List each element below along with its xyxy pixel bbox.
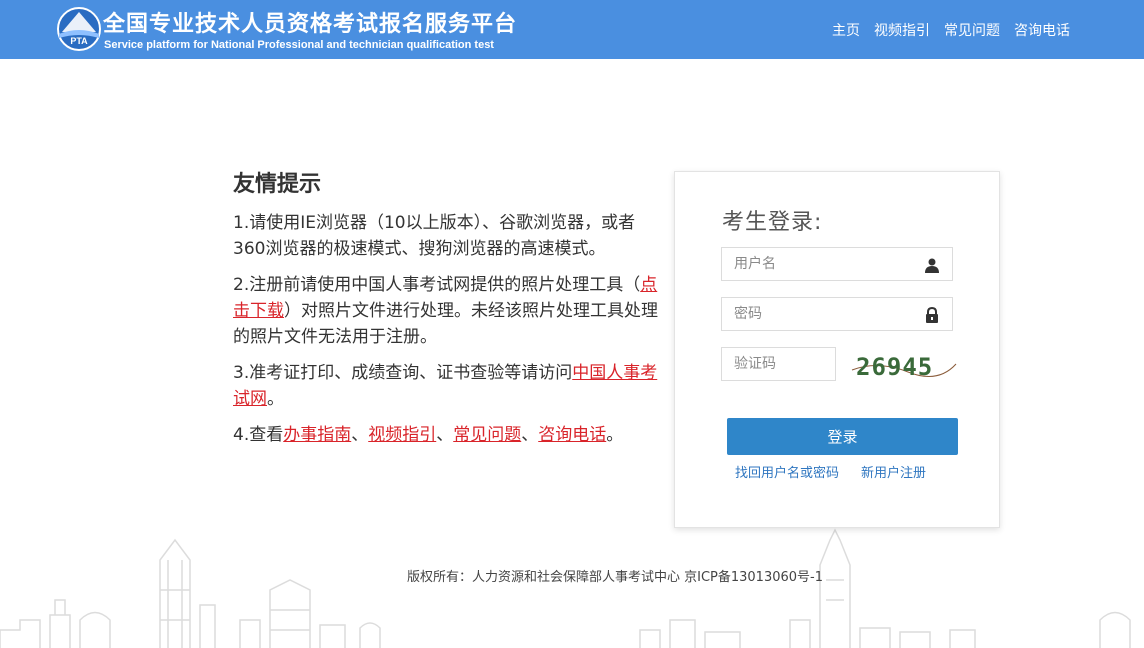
tip4-sep: 、 [436, 425, 454, 445]
tips-title: 友情提示 [233, 172, 322, 197]
site-title: 全国专业技术人员资格考试报名服务平台 [103, 12, 518, 37]
tip4-end: 。 [606, 425, 624, 445]
forgot-credentials-link[interactable]: 找回用户名或密码 [735, 462, 839, 481]
tip2-text-b: ）对照片文件进行处理。未经该照片处理工具处理的照片文件无法用于注册。 [233, 301, 658, 347]
login-panel: 考生登录: 26945 登录 找回用户名或密码 新用户注册 [674, 171, 1000, 528]
svg-text:PTA: PTA [70, 36, 88, 46]
nav-hotline[interactable]: 咨询电话 [1014, 20, 1070, 40]
pta-logo-icon[interactable]: PTA [56, 6, 102, 52]
login-title: 考生登录: [722, 210, 823, 235]
tip-browser: 1.请使用IE浏览器（10以上版本）、谷歌浏览器，或者360浏览器的极速模式、搜… [233, 213, 636, 259]
username-input[interactable] [722, 248, 952, 280]
svg-text:26945: 26945 [856, 353, 933, 381]
tip-photo-tool: 2.注册前请使用中国人事考试网提供的照片处理工具（点击下载）对照片文件进行处理。… [233, 272, 663, 350]
site-subtitle: Service platform for National Profession… [104, 39, 494, 51]
login-button[interactable]: 登录 [727, 418, 958, 455]
captcha-input[interactable] [722, 348, 835, 380]
lock-icon [926, 307, 938, 323]
nav-home[interactable]: 主页 [832, 20, 860, 40]
video-guide-link[interactable]: 视频指引 [368, 425, 436, 445]
hotline-link[interactable]: 咨询电话 [538, 425, 606, 445]
login-links: 找回用户名或密码 新用户注册 [735, 462, 926, 481]
tip4-sep: 、 [521, 425, 539, 445]
nav-video-guide[interactable]: 视频指引 [874, 20, 930, 40]
tip-more-info: 4.查看办事指南、视频指引、常见问题、咨询电话。 [233, 422, 663, 448]
friendly-tips: 友情提示 1.请使用IE浏览器（10以上版本）、谷歌浏览器，或者360浏览器的极… [233, 170, 663, 458]
captcha-field[interactable] [721, 347, 836, 381]
password-input[interactable] [722, 298, 952, 330]
tip3-text-a: 3.准考证打印、成绩查询、证书查验等请访问 [233, 363, 573, 383]
tip-exam-services: 3.准考证打印、成绩查询、证书查验等请访问中国人事考试网。 [233, 360, 663, 412]
top-nav: 主页 视频指引 常见问题 咨询电话 [832, 20, 1070, 40]
password-field[interactable] [721, 297, 953, 331]
nav-faq[interactable]: 常见问题 [944, 20, 1000, 40]
top-header: PTA 全国专业技术人员资格考试报名服务平台 Service platform … [0, 0, 1144, 59]
tip2-text-a: 2.注册前请使用中国人事考试网提供的照片处理工具（ [233, 275, 641, 295]
tip4-sep: 、 [351, 425, 369, 445]
faq-link[interactable]: 常见问题 [453, 425, 521, 445]
footer-copyright: 版权所有：人力资源和社会保障部人事考试中心 京ICP备13013060号-1 [406, 570, 823, 585]
username-field[interactable] [721, 247, 953, 281]
guide-link[interactable]: 办事指南 [283, 425, 351, 445]
register-link[interactable]: 新用户注册 [861, 462, 926, 481]
tip3-text-b: 。 [267, 389, 284, 409]
tip4-text-a: 4.查看 [233, 425, 284, 445]
captcha-image[interactable]: 26945 [848, 346, 958, 384]
user-icon [925, 258, 939, 273]
